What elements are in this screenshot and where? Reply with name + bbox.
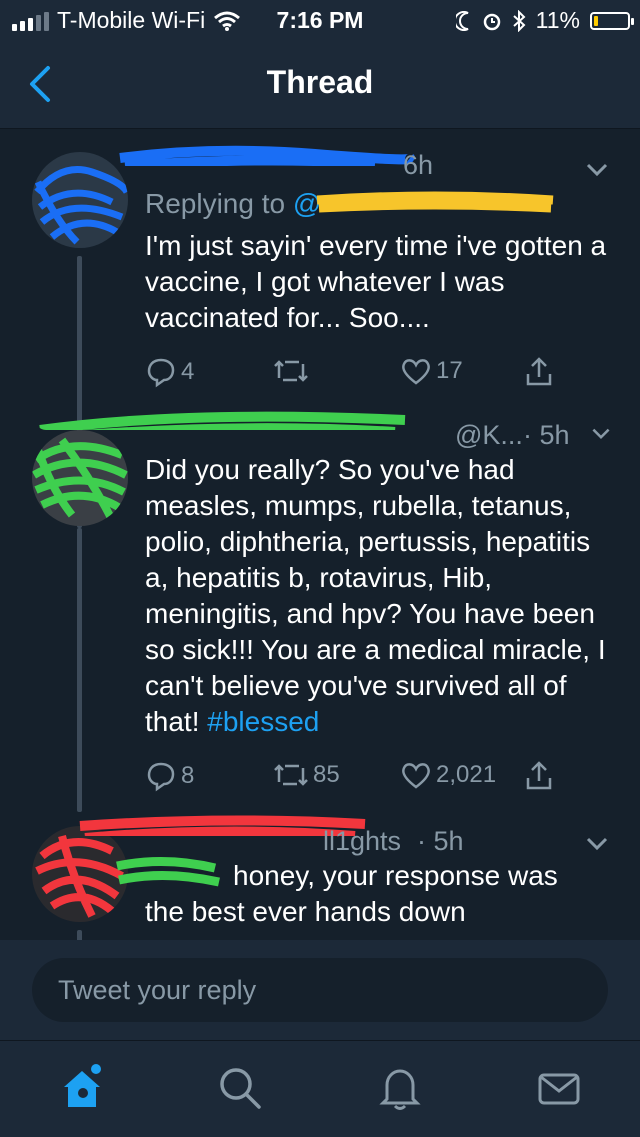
retweet-icon	[274, 764, 308, 786]
tweet-time: · 5h	[417, 826, 464, 856]
nav-bar: Thread	[0, 40, 640, 129]
tweet-1[interactable]: 6h Replying to @ I'm just sayin' every t…	[0, 128, 640, 528]
name-redaction	[39, 411, 406, 430]
retweet-button[interactable]	[273, 356, 313, 386]
tweet-3[interactable]: ll1ghts · 5h honey, your response was th…	[0, 812, 640, 940]
like-button[interactable]: 17	[400, 356, 463, 386]
thread-line	[77, 528, 82, 812]
bluetooth-icon	[513, 9, 526, 32]
reply-button[interactable]: 8	[145, 760, 194, 792]
moon-icon	[455, 10, 469, 31]
reply-count: 4	[181, 358, 195, 385]
like-button[interactable]: 2,021	[400, 760, 496, 790]
messages-icon[interactable]	[534, 1063, 584, 1113]
share-icon	[526, 761, 552, 790]
heart-icon	[402, 359, 430, 385]
tweet-time: 6h	[403, 150, 434, 180]
share-button[interactable]	[523, 356, 555, 388]
reply-icon	[147, 358, 175, 388]
tab-bar	[0, 1040, 640, 1137]
scribble-redaction	[35, 835, 124, 918]
page-title: Thread	[266, 64, 374, 100]
tweet-text: I'm just sayin' every time i've gotten a…	[145, 230, 607, 333]
tweet-2[interactable]: @K... · 5h Did you really? So you've had…	[0, 400, 640, 812]
tweet-handle[interactable]: ll1ghts	[323, 826, 401, 857]
reply-button[interactable]: 4	[145, 356, 194, 388]
scribble-redaction	[34, 166, 128, 245]
search-icon[interactable]	[215, 1063, 265, 1113]
tweet-header: @K... · 5h	[39, 411, 600, 454]
battery-icon	[590, 11, 634, 30]
chevron-down-icon[interactable]	[584, 156, 610, 182]
reply-bar: Tweet your reply	[0, 940, 640, 1040]
thread-line	[77, 930, 82, 940]
battery-level	[594, 15, 598, 26]
share-icon	[526, 357, 552, 386]
tweet-body: Did you really? So you've had measles, m…	[145, 454, 606, 737]
home-icon[interactable]	[58, 1063, 108, 1113]
tweet-text: Did you really? So you've had measles, m…	[145, 452, 615, 740]
tweet-body-line2: the best ever hands down	[145, 896, 466, 927]
handle-redaction	[316, 191, 554, 213]
tweet-time: · 5h	[523, 420, 570, 450]
retweet-count: 85	[313, 761, 340, 788]
avatar[interactable]	[32, 826, 128, 922]
avatar[interactable]	[32, 152, 128, 248]
replying-to-label: Replying to	[145, 188, 286, 219]
reply-count: 8	[181, 762, 195, 789]
tweet-handle[interactable]: @K...	[455, 420, 523, 451]
scribble-redaction	[32, 437, 128, 522]
like-count: 17	[436, 357, 463, 384]
reply-input[interactable]: Tweet your reply	[32, 958, 608, 1022]
heart-icon	[402, 763, 430, 789]
retweet-button[interactable]: 85	[273, 760, 340, 790]
mention-redaction	[116, 857, 220, 887]
battery-percent: 11%	[535, 7, 580, 33]
alarm-icon	[483, 13, 500, 30]
retweet-icon	[274, 360, 308, 382]
tweet-text: honey, your response was the best ever h…	[116, 857, 615, 930]
name-redaction	[119, 145, 415, 166]
replying-to: Replying to @	[145, 188, 554, 220]
like-count: 2,021	[436, 761, 497, 788]
chevron-down-icon[interactable]	[590, 422, 612, 444]
avatar[interactable]	[32, 430, 128, 526]
tweet-actions: 4 17	[145, 356, 575, 396]
hashtag-link[interactable]: #blessed	[207, 706, 319, 737]
notifications-icon[interactable]	[375, 1063, 425, 1113]
reply-icon	[147, 762, 175, 792]
chevron-down-icon[interactable]	[584, 830, 610, 856]
share-button[interactable]	[523, 760, 555, 792]
status-bar: T-Mobile Wi-Fi 7:16 PM 11%	[0, 0, 640, 40]
tweet-actions: 8 85 2,021	[145, 760, 575, 800]
tweet-header: 6h	[119, 145, 600, 188]
status-right: 11%	[455, 7, 634, 34]
